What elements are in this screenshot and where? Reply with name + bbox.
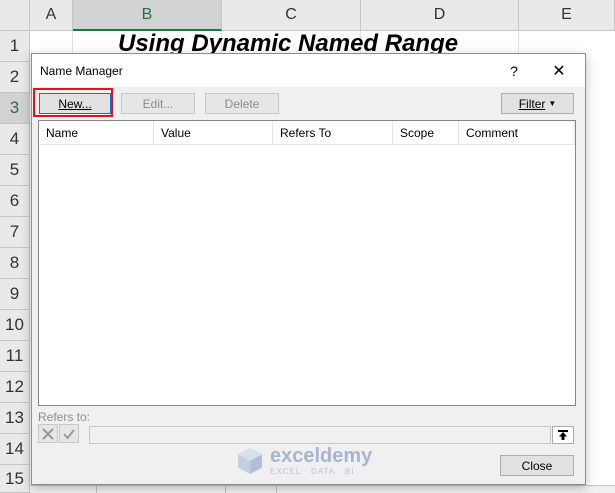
column-value[interactable]: Value (154, 121, 273, 145)
x-icon (42, 427, 54, 440)
column-header-a[interactable]: A (30, 0, 73, 31)
row-header-6[interactable]: 6 (0, 186, 30, 217)
column-comment[interactable]: Comment (459, 121, 575, 145)
column-scope[interactable]: Scope (393, 121, 459, 145)
delete-button-label: Delete (224, 96, 260, 111)
dialog-title: Name Manager (40, 64, 123, 78)
edit-button-label: Edit... (142, 96, 174, 111)
row-header-4[interactable]: 4 (0, 124, 30, 155)
row-header-10[interactable]: 10 (0, 310, 30, 341)
row-header-13[interactable]: 13 (0, 403, 30, 434)
row-header-14[interactable]: 14 (0, 434, 30, 465)
sheet-tab-strip (30, 485, 615, 493)
row-header-11[interactable]: 11 (0, 341, 30, 372)
confirm-edit-button[interactable] (59, 424, 79, 443)
column-header-c[interactable]: C (222, 0, 361, 31)
filter-button-label: Filter (518, 96, 546, 111)
column-header-e[interactable]: E (519, 0, 615, 31)
delete-button[interactable]: Delete (205, 93, 279, 114)
row-header-7[interactable]: 7 (0, 217, 30, 248)
column-header-b[interactable]: B (73, 0, 222, 31)
row-header-12[interactable]: 12 (0, 372, 30, 403)
close-icon[interactable]: ✕ (545, 60, 573, 82)
refers-to-input[interactable] (89, 426, 551, 444)
caret-down-icon: ▼ (548, 99, 557, 108)
new-button-highlight (33, 88, 113, 117)
collapse-arrow-icon (558, 430, 568, 440)
filter-button[interactable]: Filter ▼ (501, 93, 574, 114)
names-list[interactable]: Name Value Refers To Scope Comment (38, 120, 576, 406)
column-header-d[interactable]: D (361, 0, 519, 31)
row-header-15[interactable]: 15 (0, 465, 30, 493)
dialog-titlebar: Name Manager ? ✕ (32, 54, 585, 87)
watermark-brand: exceldemy (270, 445, 373, 467)
row-header-2[interactable]: 2 (0, 62, 30, 93)
exceldemy-logo-icon (238, 448, 262, 474)
column-refers-to[interactable]: Refers To (273, 121, 393, 145)
row-header-8[interactable]: 8 (0, 248, 30, 279)
close-button-label: Close (521, 458, 553, 473)
sheet-tab[interactable] (96, 486, 226, 493)
edit-button[interactable]: Edit... (121, 93, 195, 114)
collapse-dialog-button[interactable] (552, 426, 574, 444)
select-all-corner[interactable] (0, 0, 30, 31)
row-header-1[interactable]: 1 (0, 31, 30, 62)
names-list-header: Name Value Refers To Scope Comment (39, 121, 575, 145)
name-manager-dialog: Name Manager ? ✕ New... Edit... Delete F… (31, 53, 586, 485)
help-button[interactable]: ? (502, 60, 526, 82)
refers-to-label: Refers to: (38, 410, 91, 424)
row-header-5[interactable]: 5 (0, 155, 30, 186)
row-header-9[interactable]: 9 (0, 279, 30, 310)
sheet-tab[interactable] (276, 486, 406, 493)
cancel-edit-button[interactable] (38, 424, 58, 443)
check-icon (63, 428, 75, 440)
exceldemy-watermark: exceldemy EXCEL · DATA · BI (235, 446, 372, 476)
column-name[interactable]: Name (39, 121, 154, 145)
watermark-tagline: EXCEL · DATA · BI (270, 467, 355, 476)
row-header-3[interactable]: 3 (0, 93, 30, 124)
close-button[interactable]: Close (500, 455, 574, 476)
